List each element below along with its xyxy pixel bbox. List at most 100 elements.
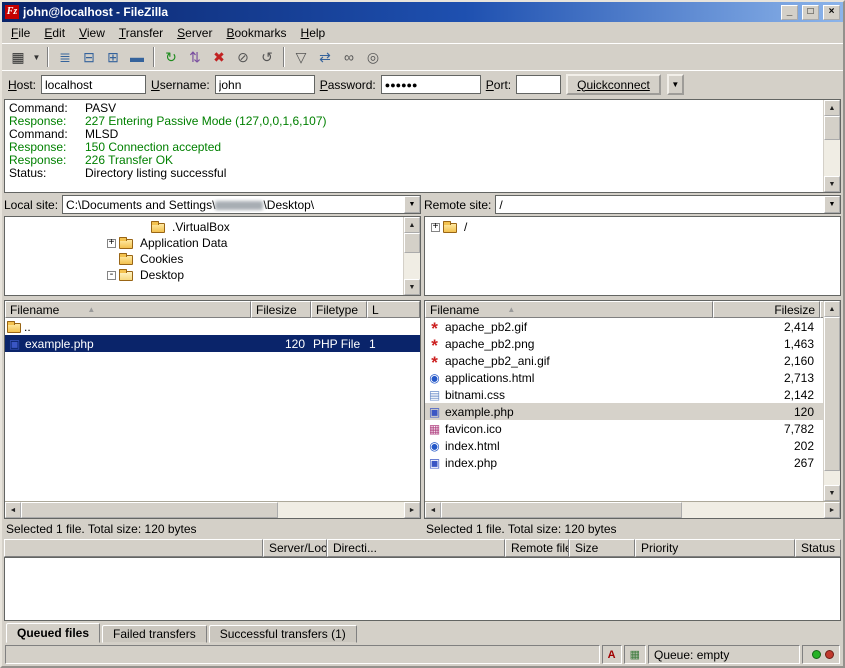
site-manager-dropdown[interactable]: ▼ bbox=[30, 46, 43, 68]
tab[interactable]: Successful transfers (1) bbox=[209, 625, 357, 643]
scrollbar-thumb[interactable] bbox=[824, 317, 840, 471]
remote-tree[interactable]: + / bbox=[424, 216, 841, 296]
close-button[interactable]: × bbox=[823, 5, 840, 20]
scroll-down-icon[interactable]: ▼ bbox=[824, 485, 840, 501]
toggle-message-log-button[interactable]: ≣ bbox=[53, 46, 77, 68]
reconnect-button[interactable]: ↺ bbox=[255, 46, 279, 68]
host-input[interactable] bbox=[41, 75, 146, 94]
tree-expander[interactable]: + bbox=[431, 223, 440, 232]
maximize-button[interactable]: □ bbox=[802, 5, 819, 20]
menu-item[interactable]: Edit bbox=[37, 23, 72, 43]
scroll-right-icon[interactable]: ► bbox=[824, 502, 840, 518]
file-row[interactable]: apache_pb2_ani.gif 2,160 bbox=[425, 352, 823, 369]
tree-item[interactable]: + / bbox=[425, 219, 840, 235]
local-h-scrollbar[interactable]: ◄ ► bbox=[5, 501, 420, 518]
tab[interactable]: Failed transfers bbox=[102, 625, 207, 643]
scroll-right-icon[interactable]: ► bbox=[404, 502, 420, 518]
process-queue-button[interactable]: ⇅ bbox=[183, 46, 207, 68]
queue-column-header[interactable]: Remote file bbox=[505, 539, 569, 557]
file-row[interactable]: example.php 120 bbox=[425, 403, 823, 420]
file-row[interactable]: example.php 120 PHP File 1 bbox=[5, 335, 420, 352]
tree-item[interactable]: .VirtualBox bbox=[5, 219, 420, 235]
tree-item[interactable]: - Desktop bbox=[5, 267, 420, 283]
menu-item[interactable]: Server bbox=[170, 23, 219, 43]
port-input[interactable] bbox=[516, 75, 561, 94]
refresh-button[interactable]: ↻ bbox=[159, 46, 183, 68]
file-row[interactable]: apache_pb2.gif 2,414 bbox=[425, 318, 823, 335]
scroll-left-icon[interactable]: ◄ bbox=[425, 502, 441, 518]
tree-expander[interactable]: + bbox=[107, 239, 116, 248]
toggle-queue-button[interactable]: ▬ bbox=[125, 46, 149, 68]
minimize-button[interactable]: _ bbox=[781, 5, 798, 20]
chevron-down-icon[interactable]: ▼ bbox=[404, 196, 420, 213]
scrollbar-track[interactable] bbox=[824, 140, 840, 176]
find-button[interactable]: ◎ bbox=[361, 46, 385, 68]
quickconnect-button[interactable]: Quickconnect bbox=[566, 74, 661, 95]
scroll-down-icon[interactable]: ▼ bbox=[404, 279, 420, 295]
column-header-filetype[interactable]: Filetype bbox=[311, 301, 367, 318]
file-row[interactable]: favicon.ico 7,782 bbox=[425, 420, 823, 437]
file-row[interactable]: applications.html 2,713 bbox=[425, 369, 823, 386]
menu-item[interactable]: File bbox=[4, 23, 37, 43]
toggle-remote-tree-button[interactable]: ⊞ bbox=[101, 46, 125, 68]
column-header-filesize[interactable]: Filesize bbox=[713, 301, 820, 318]
column-header-filename[interactable]: Filename▲ bbox=[425, 301, 713, 318]
chevron-down-icon[interactable]: ▼ bbox=[824, 196, 840, 213]
scrollbar-track[interactable] bbox=[278, 502, 404, 518]
scrollbar-track[interactable] bbox=[682, 502, 824, 518]
tab[interactable]: Queued files bbox=[6, 623, 100, 643]
scrollbar-thumb[interactable] bbox=[404, 233, 420, 253]
menu-item[interactable]: Help bbox=[294, 23, 333, 43]
column-header-filesize[interactable]: Filesize bbox=[251, 301, 311, 318]
scroll-up-icon[interactable]: ▲ bbox=[824, 301, 840, 317]
file-row[interactable]: index.html 202 bbox=[425, 437, 823, 454]
scroll-up-icon[interactable]: ▲ bbox=[404, 217, 420, 233]
file-row[interactable]: bitnami.css 2,142 bbox=[425, 386, 823, 403]
compare-button[interactable]: ⇄ bbox=[313, 46, 337, 68]
column-header-filename[interactable]: Filename▲ bbox=[5, 301, 251, 318]
message-log[interactable]: ▲ ▼ Command: PASV Response: 227 Entering… bbox=[4, 99, 841, 193]
remote-site-combo[interactable]: / ▼ bbox=[495, 195, 841, 214]
local-file-rows[interactable]: .. example.php 120 PHP File 1 bbox=[5, 318, 420, 501]
file-row[interactable]: apache_pb2.png 1,463 bbox=[425, 335, 823, 352]
queue-column-header[interactable]: Priority bbox=[635, 539, 795, 557]
tree-expander[interactable]: - bbox=[107, 271, 116, 280]
queue-column-header[interactable]: Status bbox=[795, 539, 841, 557]
tree-item[interactable]: Cookies bbox=[5, 251, 420, 267]
local-tree-scrollbar[interactable]: ▲ ▼ bbox=[403, 217, 420, 295]
queue-column-header[interactable]: Server/Local file bbox=[263, 539, 327, 557]
scroll-left-icon[interactable]: ◄ bbox=[5, 502, 21, 518]
scrollbar-thumb[interactable] bbox=[441, 502, 682, 518]
queue-column-header[interactable]: Size bbox=[569, 539, 635, 557]
file-row[interactable]: index.php 267 bbox=[425, 454, 823, 471]
local-tree[interactable]: ▲ ▼ .VirtualBox + Application Data bbox=[4, 216, 421, 296]
username-input[interactable] bbox=[215, 75, 315, 94]
scrollbar-track[interactable] bbox=[404, 253, 420, 279]
menu-item[interactable]: Bookmarks bbox=[219, 23, 293, 43]
cancel-button[interactable]: ✖ bbox=[207, 46, 231, 68]
file-row[interactable]: .. bbox=[5, 318, 420, 335]
queue-column-header[interactable]: Directi... bbox=[327, 539, 505, 557]
local-site-combo[interactable]: C:\Documents and Settings\\Desktop\ ▼ bbox=[62, 195, 421, 214]
sync-browse-button[interactable]: ∞ bbox=[337, 46, 361, 68]
scroll-down-icon[interactable]: ▼ bbox=[824, 176, 840, 192]
password-input[interactable] bbox=[381, 75, 481, 94]
scroll-up-icon[interactable]: ▲ bbox=[824, 100, 840, 116]
menu-item[interactable]: Transfer bbox=[112, 23, 170, 43]
disconnect-button[interactable]: ⊘ bbox=[231, 46, 255, 68]
site-manager-button[interactable]: ▦ bbox=[6, 46, 30, 68]
column-header-lastmodified[interactable]: L bbox=[367, 301, 420, 318]
log-scrollbar[interactable]: ▲ ▼ bbox=[823, 100, 840, 192]
remote-h-scrollbar[interactable]: ◄ ► bbox=[425, 501, 840, 518]
menu-item[interactable]: View bbox=[72, 23, 112, 43]
tree-item[interactable]: + Application Data bbox=[5, 235, 420, 251]
remote-v-scrollbar[interactable]: ▲ ▼ bbox=[823, 301, 840, 501]
scrollbar-thumb[interactable] bbox=[21, 502, 278, 518]
remote-file-rows[interactable]: apache_pb2.gif 2,414 apache_pb2.png 1,46… bbox=[425, 318, 823, 501]
filter-button[interactable]: ▽ bbox=[289, 46, 313, 68]
quickconnect-dropdown[interactable]: ▼ bbox=[667, 74, 684, 95]
toggle-local-tree-button[interactable]: ⊟ bbox=[77, 46, 101, 68]
scrollbar-track[interactable] bbox=[824, 471, 840, 485]
scrollbar-thumb[interactable] bbox=[824, 116, 840, 140]
queue-list[interactable] bbox=[4, 557, 841, 621]
